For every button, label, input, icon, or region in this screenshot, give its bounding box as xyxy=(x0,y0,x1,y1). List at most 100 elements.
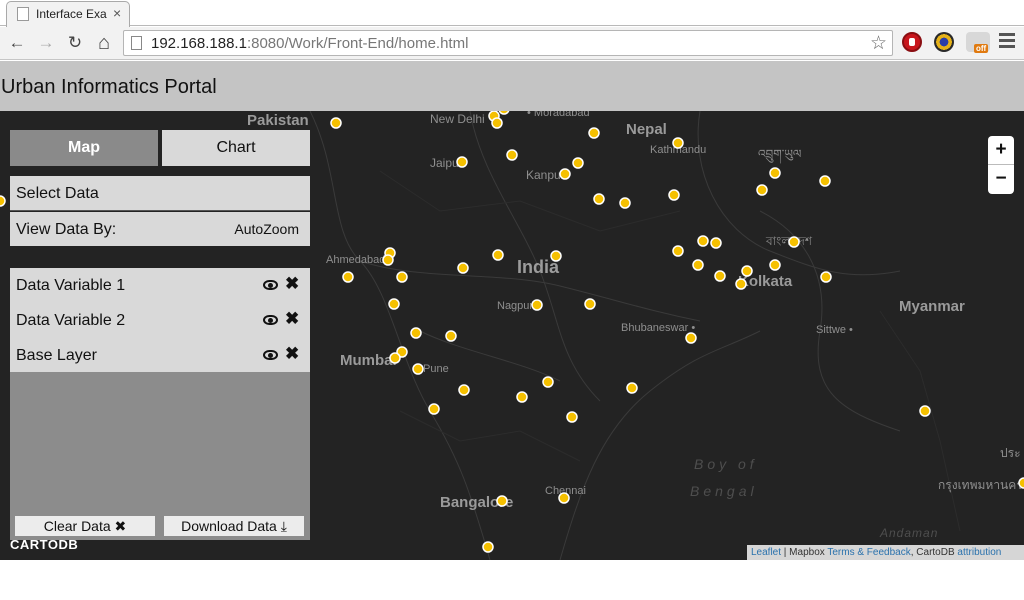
layer-list: Data Variable 1 ✖ Data Variable 2 ✖ Base… xyxy=(10,268,310,372)
color-extension-icon[interactable] xyxy=(934,32,954,52)
data-point-marker[interactable] xyxy=(412,363,424,375)
zoom-in-button[interactable]: + xyxy=(988,136,1014,165)
data-point-marker[interactable] xyxy=(714,270,726,282)
view-by-value[interactable]: AutoZoom xyxy=(234,221,299,237)
data-point-marker[interactable] xyxy=(496,495,508,507)
data-point-marker[interactable] xyxy=(756,184,768,196)
data-point-marker[interactable] xyxy=(531,299,543,311)
page-favicon-icon xyxy=(17,7,29,21)
browser-tab[interactable]: Interface Exa × xyxy=(6,1,130,27)
eye-icon[interactable] xyxy=(263,315,278,325)
zoom-control: + − xyxy=(988,136,1014,194)
data-point-marker[interactable] xyxy=(685,332,697,344)
data-point-marker[interactable] xyxy=(697,235,709,247)
view-by-row[interactable]: View Data By: AutoZoom xyxy=(10,212,310,246)
data-point-marker[interactable] xyxy=(0,195,6,207)
data-point-marker[interactable] xyxy=(788,236,800,248)
clear-data-button[interactable]: Clear Data ✖ xyxy=(15,516,155,536)
remove-icon[interactable]: ✖ xyxy=(285,344,299,364)
data-point-marker[interactable] xyxy=(820,271,832,283)
app-title: Urban Informatics Portal xyxy=(1,76,217,98)
tab-map[interactable]: Map xyxy=(10,130,158,166)
layer-name: Base Layer xyxy=(16,347,97,364)
data-point-marker[interactable] xyxy=(498,111,510,115)
data-point-marker[interactable] xyxy=(672,137,684,149)
data-point-marker[interactable] xyxy=(506,149,518,161)
layer-item: Base Layer ✖ xyxy=(10,338,310,373)
data-point-marker[interactable] xyxy=(458,384,470,396)
data-point-marker[interactable] xyxy=(672,245,684,257)
data-point-marker[interactable] xyxy=(769,259,781,271)
data-point-marker[interactable] xyxy=(819,175,831,187)
address-bar[interactable]: 192.168.188.1:8080/Work/Front-End/home.h… xyxy=(123,30,893,56)
browser-toolbar: ← → ↻ ⌂ 192.168.188.1:8080/Work/Front-En… xyxy=(0,27,1024,60)
data-point-marker[interactable] xyxy=(919,405,931,417)
back-arrow-icon[interactable]: ← xyxy=(6,32,28,54)
data-point-marker[interactable] xyxy=(1018,477,1024,489)
data-point-marker[interactable] xyxy=(572,157,584,169)
select-data-dropdown[interactable]: Select Data xyxy=(10,176,310,211)
data-point-marker[interactable] xyxy=(445,330,457,342)
tab-title: Interface Exa xyxy=(36,7,107,21)
data-point-marker[interactable] xyxy=(516,391,528,403)
data-point-marker[interactable] xyxy=(584,298,596,310)
data-point-marker[interactable] xyxy=(382,254,394,266)
forward-arrow-icon[interactable]: → xyxy=(35,32,57,54)
layer-item: Data Variable 2 ✖ xyxy=(10,303,310,338)
data-point-marker[interactable] xyxy=(330,117,342,129)
data-point-marker[interactable] xyxy=(492,249,504,261)
adblock-extension-icon[interactable] xyxy=(902,32,922,52)
data-point-marker[interactable] xyxy=(769,167,781,179)
view-by-label: View Data By: xyxy=(16,221,117,238)
extension-off-badge: off xyxy=(974,44,989,53)
data-point-marker[interactable] xyxy=(342,271,354,283)
browser-tabstrip: Interface Exa × xyxy=(0,0,1024,27)
data-point-marker[interactable] xyxy=(619,197,631,209)
data-point-marker[interactable] xyxy=(710,237,722,249)
remove-icon[interactable]: ✖ xyxy=(285,309,299,329)
data-point-marker[interactable] xyxy=(482,541,494,553)
data-point-marker[interactable] xyxy=(491,117,503,129)
zoom-out-button[interactable]: − xyxy=(988,165,1014,194)
app-header: Urban Informatics Portal xyxy=(0,61,1024,111)
home-icon[interactable]: ⌂ xyxy=(93,32,115,54)
data-point-marker[interactable] xyxy=(741,265,753,277)
download-data-button[interactable]: Download Data ⤓ xyxy=(164,516,304,536)
remove-icon[interactable]: ✖ xyxy=(285,274,299,294)
layer-item: Data Variable 1 ✖ xyxy=(10,268,310,303)
data-point-marker[interactable] xyxy=(566,411,578,423)
data-point-marker[interactable] xyxy=(588,127,600,139)
data-point-marker[interactable] xyxy=(593,193,605,205)
data-point-marker[interactable] xyxy=(456,156,468,168)
data-point-marker[interactable] xyxy=(735,278,747,290)
bookmark-star-icon[interactable]: ☆ xyxy=(870,32,887,55)
data-point-marker[interactable] xyxy=(559,168,571,180)
data-point-marker[interactable] xyxy=(542,376,554,388)
data-point-marker[interactable] xyxy=(396,271,408,283)
data-point-marker[interactable] xyxy=(668,189,680,201)
data-point-marker[interactable] xyxy=(626,382,638,394)
data-point-marker[interactable] xyxy=(410,327,422,339)
attribution-link[interactable]: attribution xyxy=(957,547,1001,558)
browser-menu-icon[interactable] xyxy=(999,33,1015,49)
terms-link[interactable]: Terms & Feedback xyxy=(827,547,910,558)
data-point-marker[interactable] xyxy=(558,492,570,504)
eye-icon[interactable] xyxy=(263,280,278,290)
tab-close-icon[interactable]: × xyxy=(113,5,121,21)
data-point-marker[interactable] xyxy=(457,262,469,274)
select-data-label: Select Data xyxy=(16,185,99,202)
url-text: 192.168.188.1:8080/Work/Front-End/home.h… xyxy=(151,35,469,52)
data-point-marker[interactable] xyxy=(389,352,401,364)
leaflet-link[interactable]: Leaflet xyxy=(751,547,781,558)
data-point-marker[interactable] xyxy=(428,403,440,415)
eye-icon[interactable] xyxy=(263,350,278,360)
panel-body: Clear Data ✖ Download Data ⤓ xyxy=(10,372,310,540)
data-point-marker[interactable] xyxy=(550,250,562,262)
data-point-marker[interactable] xyxy=(388,298,400,310)
map-attribution: Leaflet | Mapbox Terms & Feedback, Carto… xyxy=(747,545,1024,560)
data-point-marker[interactable] xyxy=(692,259,704,271)
tab-chart[interactable]: Chart xyxy=(162,130,310,166)
reload-icon[interactable]: ↻ xyxy=(64,32,86,54)
layer-name: Data Variable 2 xyxy=(16,312,126,329)
page-icon xyxy=(131,36,142,50)
